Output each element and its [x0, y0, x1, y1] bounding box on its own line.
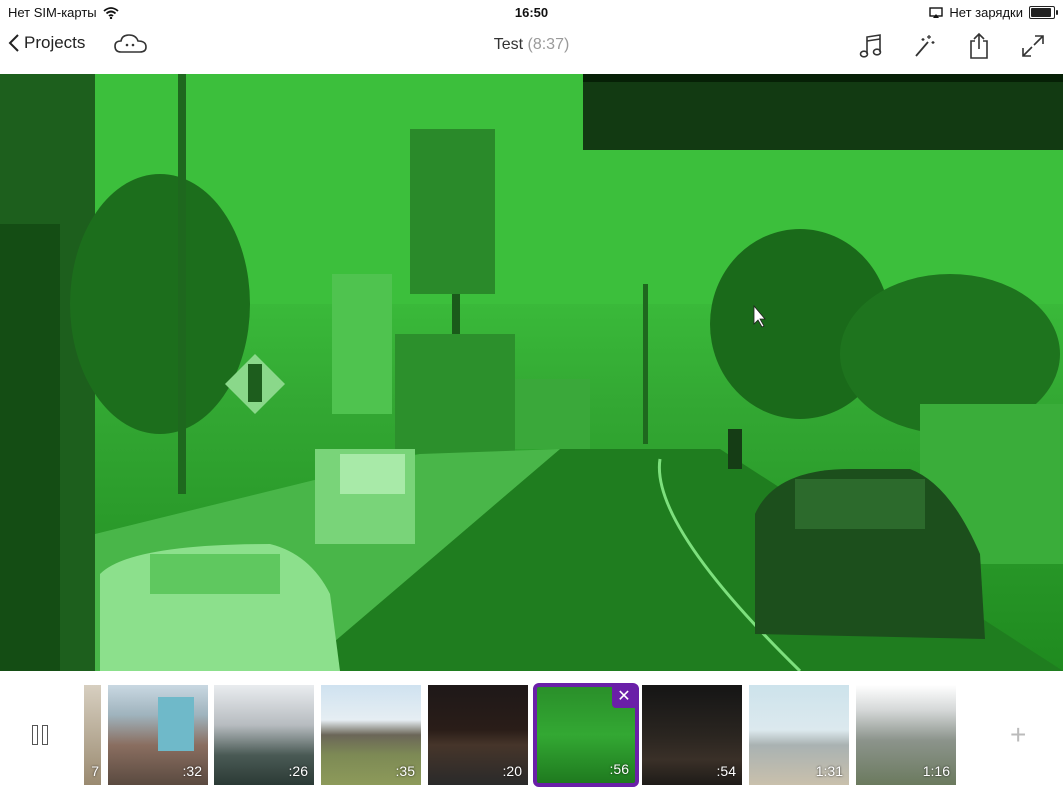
clip-duration: 1:16 — [922, 763, 950, 779]
magic-button[interactable] — [909, 30, 941, 62]
timeline-clip-3[interactable]: :26 — [214, 685, 314, 785]
cloud-icon — [114, 34, 147, 53]
clip-duration: :35 — [395, 763, 415, 779]
back-to-projects-button[interactable]: Projects — [8, 33, 85, 53]
video-frame — [0, 74, 1063, 671]
wifi-icon — [103, 6, 119, 19]
pause-bar-left — [32, 725, 38, 745]
project-name: Test — [493, 36, 524, 53]
status-bar: Нет SIM-карты 16:50 Нет зарядки — [0, 0, 1063, 26]
clip-billboard — [158, 697, 194, 751]
status-left: Нет SIM-карты — [8, 5, 119, 20]
music-button[interactable] — [855, 30, 887, 62]
clip-duration: 7 — [91, 763, 99, 779]
video-preview[interactable] — [0, 74, 1063, 671]
timeline-clip-5[interactable]: :20 — [428, 685, 528, 785]
timeline-clip-8[interactable]: 1:31 — [749, 685, 849, 785]
timeline-clip-1[interactable]: 7 — [84, 685, 101, 785]
back-label: Projects — [24, 33, 86, 52]
timeline-clip-selected[interactable]: ✕ :56 — [533, 683, 639, 787]
clip-duration: :20 — [502, 763, 522, 779]
timeline: 7 :32 :26 :35 :20 ✕ :56 :54 1:31 1:16 + — [0, 671, 1063, 798]
battery-icon — [1029, 6, 1058, 19]
share-icon — [970, 32, 988, 59]
clip-duration: 1:31 — [815, 763, 843, 779]
music-icon — [859, 34, 882, 58]
chevron-left-icon — [8, 34, 19, 52]
share-button[interactable] — [963, 30, 995, 62]
magic-wand-icon — [915, 35, 935, 57]
add-clip-button[interactable]: + — [1010, 721, 1026, 749]
charging-label: Нет зарядки — [949, 5, 1023, 20]
fullscreen-icon — [1022, 35, 1044, 57]
nav-bar: Projects Test (8:37) — [0, 26, 1063, 74]
cloud-button[interactable] — [113, 32, 149, 61]
clip-duration: :56 — [609, 761, 629, 777]
pause-bar-right — [42, 725, 48, 745]
clip-duration: :32 — [182, 763, 202, 779]
project-duration: (8:37) — [527, 36, 570, 53]
status-right: Нет зарядки — [929, 5, 1058, 20]
close-icon: ✕ — [617, 688, 631, 705]
timeline-clip-2[interactable]: :32 — [108, 685, 208, 785]
clip-duration: :26 — [288, 763, 308, 779]
timeline-clip-9[interactable]: 1:16 — [856, 685, 956, 785]
remove-clip-button[interactable]: ✕ — [612, 687, 635, 708]
nav-actions — [855, 30, 1049, 62]
clip-duration: :54 — [716, 763, 736, 779]
status-time: 16:50 — [514, 5, 549, 20]
pause-button[interactable] — [30, 725, 54, 747]
timeline-clip-4[interactable]: :35 — [321, 685, 421, 785]
timeline-clip-7[interactable]: :54 — [642, 685, 742, 785]
screen-mirror-icon — [929, 6, 944, 18]
carrier-label: Нет SIM-карты — [8, 5, 97, 20]
fullscreen-button[interactable] — [1017, 30, 1049, 62]
